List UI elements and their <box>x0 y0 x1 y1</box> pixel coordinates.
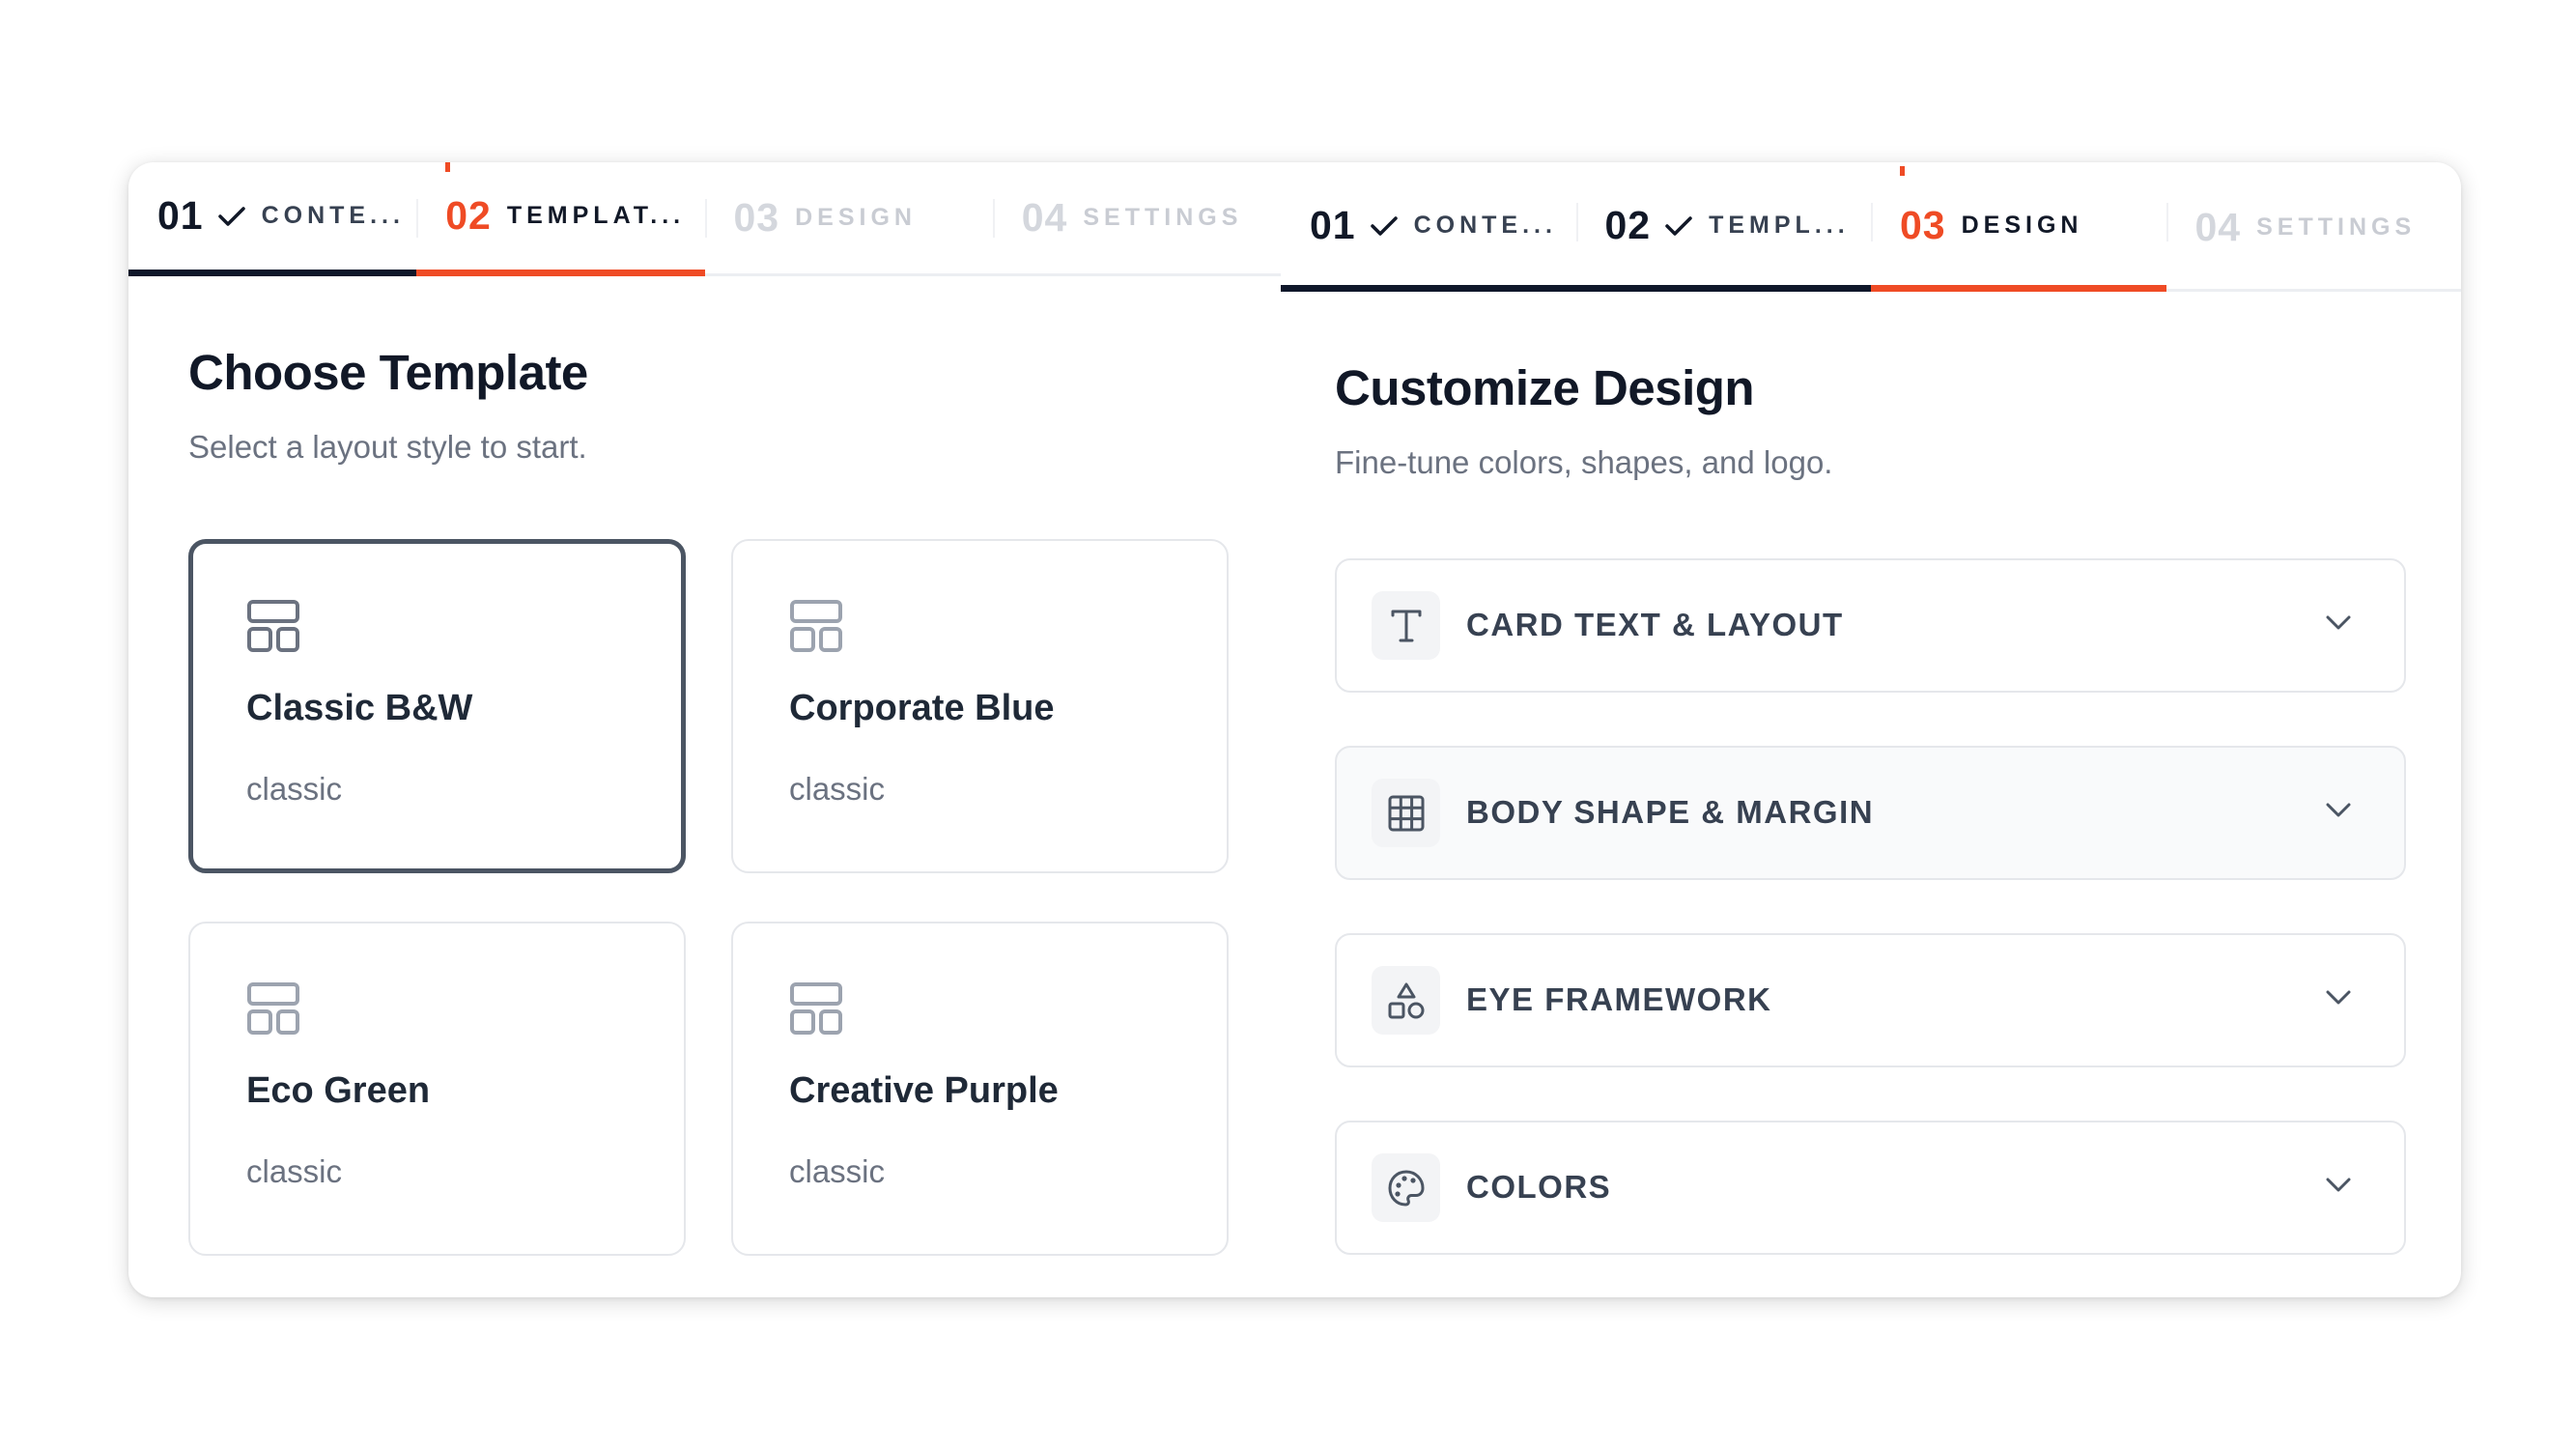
template-style: classic <box>789 771 886 807</box>
step-label: DESIGN <box>795 204 917 231</box>
step-number: 02 <box>1604 203 1652 247</box>
template-card-classic-bw[interactable]: Classic B&W classic <box>188 539 686 873</box>
template-name: Creative Purple <box>789 1070 1059 1111</box>
step-label: SETTINGS <box>1083 204 1243 231</box>
template-name: Corporate Blue <box>789 688 1055 728</box>
layout-template-icon <box>790 982 842 1035</box>
page-title: Choose Template <box>188 345 588 400</box>
layout-template-icon <box>247 600 299 652</box>
template-style: classic <box>246 1153 343 1189</box>
step-number: 04 <box>2194 205 2242 249</box>
check-icon <box>1665 215 1692 236</box>
step-content[interactable]: 01 CONTE... <box>128 162 417 276</box>
palette-icon <box>1372 1153 1440 1222</box>
template-card-eco-green[interactable]: Eco Green classic <box>188 922 686 1256</box>
chevron-down-icon <box>2326 803 2351 817</box>
step-settings[interactable]: 04 SETTINGS <box>2166 166 2462 289</box>
step-label: CONTE... <box>1413 212 1557 239</box>
grid-icon <box>1372 779 1440 847</box>
accordion-card-text-layout[interactable]: CARD TEXT & LAYOUT <box>1335 558 2406 693</box>
step-template[interactable]: 02 TEMPL... <box>1575 166 1871 292</box>
active-step-marker <box>1900 166 1905 176</box>
step-number: 01 <box>157 193 204 238</box>
accordion-colors[interactable]: COLORS <box>1335 1121 2406 1255</box>
type-icon <box>1372 591 1440 660</box>
template-name: Eco Green <box>246 1070 431 1111</box>
page-subtitle: Select a layout style to start. <box>188 429 587 465</box>
check-icon <box>217 206 245 226</box>
chevron-down-icon <box>2326 1178 2351 1192</box>
accordion-label: EYE FRAMEWORK <box>1466 981 1772 1017</box>
template-name: Classic B&W <box>246 688 473 728</box>
step-settings[interactable]: 04 SETTINGS <box>992 162 1281 273</box>
template-card-corporate-blue[interactable]: Corporate Blue classic <box>731 539 1229 873</box>
template-style: classic <box>789 1153 886 1189</box>
accordion-eye-framework[interactable]: EYE FRAMEWORK <box>1335 933 2406 1067</box>
chevron-down-icon <box>2326 615 2351 630</box>
step-label: SETTINGS <box>2256 213 2417 241</box>
shapes-icon <box>1372 966 1440 1035</box>
page-subtitle: Fine-tune colors, shapes, and logo. <box>1335 444 1833 480</box>
step-template[interactable]: 02 TEMPLAT... <box>416 162 705 276</box>
template-style: classic <box>246 771 343 807</box>
accordion-body-shape-margin[interactable]: BODY SHAPE & MARGIN <box>1335 746 2406 880</box>
active-step-marker <box>445 162 451 172</box>
step-label: TEMPL... <box>1709 212 1850 239</box>
step-number: 03 <box>733 195 780 240</box>
accordion-label: COLORS <box>1466 1169 1612 1205</box>
accordion-label: CARD TEXT & LAYOUT <box>1466 607 1844 642</box>
page-title: Customize Design <box>1335 360 1755 415</box>
step-label: DESIGN <box>1961 212 2083 239</box>
layout-template-icon <box>790 600 842 652</box>
stepper: 01 CONTE... 02 TEMPL... 03 DESIGN 04 SET… <box>1281 166 2461 292</box>
step-number: 01 <box>1310 203 1356 247</box>
step-label: TEMPLAT... <box>506 202 686 229</box>
layout-template-icon <box>247 982 299 1035</box>
chevron-down-icon <box>2326 990 2351 1005</box>
step-label: CONTE... <box>261 202 405 229</box>
step-number: 04 <box>1021 195 1068 240</box>
check-icon <box>1370 215 1398 236</box>
step-content[interactable]: 01 CONTE... <box>1281 166 1576 292</box>
accordion-label: BODY SHAPE & MARGIN <box>1466 794 1875 830</box>
template-card-creative-purple[interactable]: Creative Purple classic <box>731 922 1229 1256</box>
step-number: 02 <box>445 193 492 238</box>
step-design[interactable]: 03 DESIGN <box>704 162 993 273</box>
step-design[interactable]: 03 DESIGN <box>1871 166 2166 292</box>
stepper: 01 CONTE... 02 TEMPLAT... 03 DESIGN 04 S… <box>128 162 1281 276</box>
step-number: 03 <box>1900 203 1946 247</box>
